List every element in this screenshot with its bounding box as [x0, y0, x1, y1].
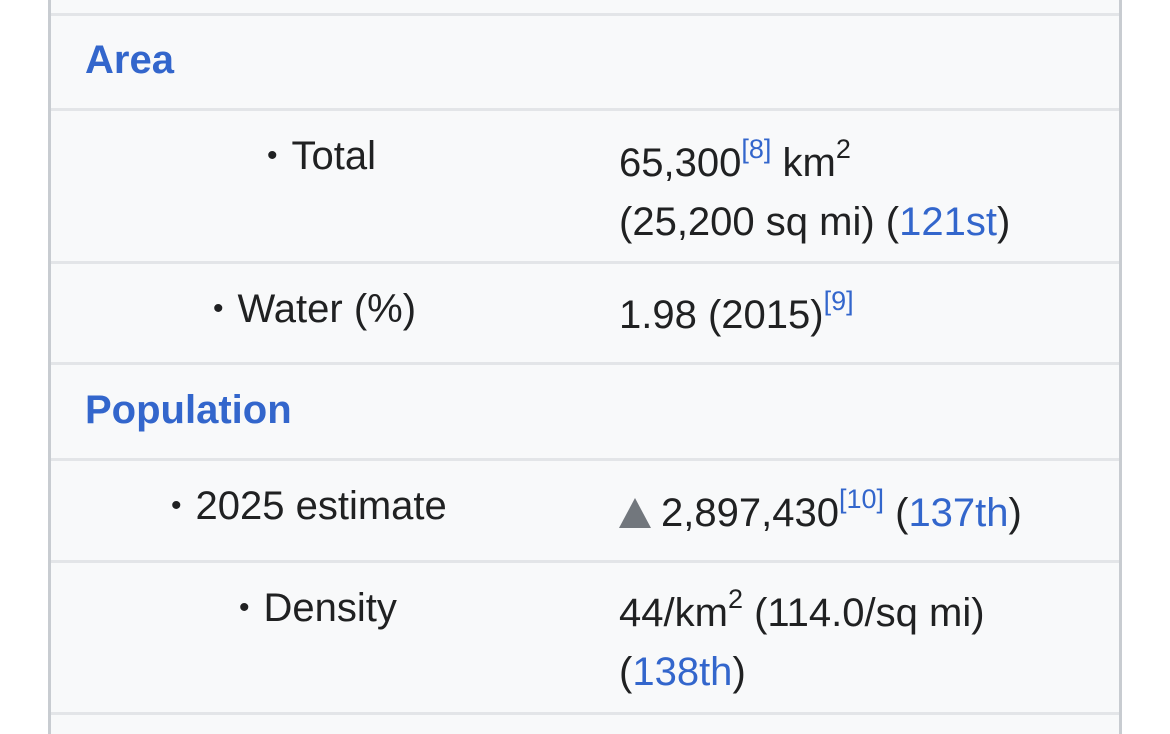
label-water: • Water (%): [213, 287, 417, 331]
row-divider: [51, 458, 1119, 461]
row-divider: [51, 108, 1119, 111]
section-header-population[interactable]: Population: [85, 388, 292, 433]
row-divider: [51, 362, 1119, 365]
value-water: 1.98 (2015)[9]: [619, 286, 854, 337]
row-divider: [51, 712, 1119, 715]
value-total: 65,300[8] km2 (25,200 sq mi) (121st): [619, 134, 1011, 244]
row-divider: [51, 261, 1119, 264]
ref-link[interactable]: [8]: [741, 134, 771, 164]
value-density: 44/km2 (114.0/sq mi) (138th): [619, 584, 985, 694]
bullet-icon: •: [267, 139, 278, 172]
infobox: Area • Total 65,300[8] km2 (25,200 sq mi)…: [48, 0, 1122, 734]
row-divider: [51, 13, 1119, 16]
bullet-icon: •: [213, 292, 224, 325]
bullet-icon: •: [171, 489, 182, 522]
bullet-icon: •: [239, 591, 250, 624]
ref-link[interactable]: [10]: [839, 484, 884, 514]
rank-link[interactable]: 138th: [632, 650, 732, 694]
ref-link[interactable]: [9]: [824, 286, 854, 316]
increase-triangle-icon: [619, 498, 651, 528]
section-header-area[interactable]: Area: [85, 38, 174, 83]
label-density: • Density: [239, 586, 397, 630]
rank-link[interactable]: 137th: [908, 491, 1008, 535]
row-divider: [51, 560, 1119, 563]
label-estimate: • 2025 estimate: [171, 484, 447, 528]
value-estimate: 2,897,430[10] (137th): [619, 484, 1022, 545]
label-total: • Total: [267, 134, 377, 178]
rank-link[interactable]: 121st: [899, 200, 997, 244]
